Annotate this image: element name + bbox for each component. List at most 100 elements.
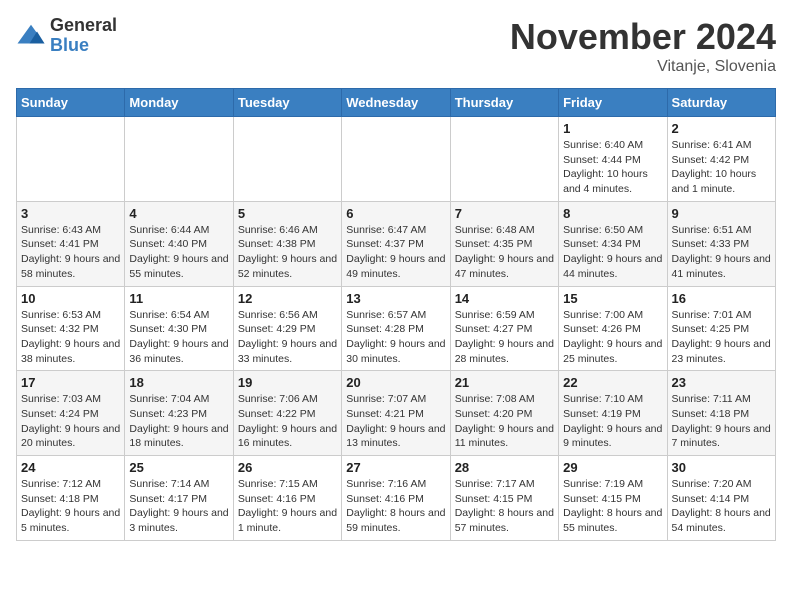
day-info: Sunrise: 7:20 AM Sunset: 4:14 PM Dayligh… <box>672 477 771 536</box>
page-header: General Blue November 2024 Vitanje, Slov… <box>16 16 776 76</box>
logo-icon <box>16 21 46 51</box>
calendar-day-cell: 4 Sunrise: 6:44 AM Sunset: 4:40 PM Daylig… <box>125 201 233 286</box>
day-info: Sunrise: 7:04 AM Sunset: 4:23 PM Dayligh… <box>129 392 228 451</box>
calendar-day-cell: 7 Sunrise: 6:48 AM Sunset: 4:35 PM Daylig… <box>450 201 558 286</box>
day-info: Sunrise: 7:07 AM Sunset: 4:21 PM Dayligh… <box>346 392 445 451</box>
day-info: Sunrise: 7:01 AM Sunset: 4:25 PM Dayligh… <box>672 308 771 367</box>
day-info: Sunrise: 6:48 AM Sunset: 4:35 PM Dayligh… <box>455 223 554 282</box>
calendar-day-cell <box>450 117 558 202</box>
logo: General Blue <box>16 16 117 56</box>
day-number: 7 <box>455 206 554 221</box>
day-number: 15 <box>563 291 662 306</box>
day-info: Sunrise: 6:44 AM Sunset: 4:40 PM Dayligh… <box>129 223 228 282</box>
calendar-day-cell: 1 Sunrise: 6:40 AM Sunset: 4:44 PM Daylig… <box>559 117 667 202</box>
day-number: 6 <box>346 206 445 221</box>
calendar-day-cell: 14 Sunrise: 6:59 AM Sunset: 4:27 PM Dayli… <box>450 286 558 371</box>
day-number: 9 <box>672 206 771 221</box>
day-info: Sunrise: 7:00 AM Sunset: 4:26 PM Dayligh… <box>563 308 662 367</box>
calendar-day-cell: 15 Sunrise: 7:00 AM Sunset: 4:26 PM Dayli… <box>559 286 667 371</box>
day-number: 29 <box>563 460 662 475</box>
day-number: 14 <box>455 291 554 306</box>
day-number: 27 <box>346 460 445 475</box>
day-number: 8 <box>563 206 662 221</box>
calendar-day-cell: 29 Sunrise: 7:19 AM Sunset: 4:15 PM Dayli… <box>559 456 667 541</box>
day-info: Sunrise: 6:51 AM Sunset: 4:33 PM Dayligh… <box>672 223 771 282</box>
day-number: 30 <box>672 460 771 475</box>
day-number: 25 <box>129 460 228 475</box>
title-section: November 2024 Vitanje, Slovenia <box>510 16 776 76</box>
location: Vitanje, Slovenia <box>510 58 776 76</box>
weekday-header: Monday <box>125 89 233 117</box>
calendar-week-row: 3 Sunrise: 6:43 AM Sunset: 4:41 PM Daylig… <box>17 201 776 286</box>
calendar-day-cell: 30 Sunrise: 7:20 AM Sunset: 4:14 PM Dayli… <box>667 456 775 541</box>
day-number: 20 <box>346 375 445 390</box>
day-info: Sunrise: 7:16 AM Sunset: 4:16 PM Dayligh… <box>346 477 445 536</box>
logo-blue: Blue <box>50 36 117 56</box>
day-number: 24 <box>21 460 120 475</box>
day-info: Sunrise: 6:57 AM Sunset: 4:28 PM Dayligh… <box>346 308 445 367</box>
weekday-header: Friday <box>559 89 667 117</box>
calendar-day-cell <box>233 117 341 202</box>
calendar-day-cell: 8 Sunrise: 6:50 AM Sunset: 4:34 PM Daylig… <box>559 201 667 286</box>
calendar-day-cell: 19 Sunrise: 7:06 AM Sunset: 4:22 PM Dayli… <box>233 371 341 456</box>
day-number: 2 <box>672 121 771 136</box>
calendar-day-cell: 22 Sunrise: 7:10 AM Sunset: 4:19 PM Dayli… <box>559 371 667 456</box>
day-info: Sunrise: 7:10 AM Sunset: 4:19 PM Dayligh… <box>563 392 662 451</box>
calendar-day-cell <box>125 117 233 202</box>
calendar-day-cell: 25 Sunrise: 7:14 AM Sunset: 4:17 PM Dayli… <box>125 456 233 541</box>
calendar-day-cell: 3 Sunrise: 6:43 AM Sunset: 4:41 PM Daylig… <box>17 201 125 286</box>
weekday-header: Saturday <box>667 89 775 117</box>
calendar-day-cell: 13 Sunrise: 6:57 AM Sunset: 4:28 PM Dayli… <box>342 286 450 371</box>
calendar-day-cell <box>17 117 125 202</box>
logo-text: General Blue <box>50 16 117 56</box>
calendar-day-cell: 27 Sunrise: 7:16 AM Sunset: 4:16 PM Dayli… <box>342 456 450 541</box>
day-info: Sunrise: 7:03 AM Sunset: 4:24 PM Dayligh… <box>21 392 120 451</box>
day-number: 13 <box>346 291 445 306</box>
day-info: Sunrise: 7:06 AM Sunset: 4:22 PM Dayligh… <box>238 392 337 451</box>
calendar-table: SundayMondayTuesdayWednesdayThursdayFrid… <box>16 88 776 541</box>
calendar-day-cell: 26Sunrise: 7:15 AM Sunset: 4:16 PM Dayli… <box>233 456 341 541</box>
day-info: Sunrise: 7:11 AM Sunset: 4:18 PM Dayligh… <box>672 392 771 451</box>
day-info: Sunrise: 6:40 AM Sunset: 4:44 PM Dayligh… <box>563 138 662 197</box>
calendar-week-row: 17 Sunrise: 7:03 AM Sunset: 4:24 PM Dayli… <box>17 371 776 456</box>
month-title: November 2024 <box>510 16 776 58</box>
day-number: 1 <box>563 121 662 136</box>
calendar-day-cell: 16 Sunrise: 7:01 AM Sunset: 4:25 PM Dayli… <box>667 286 775 371</box>
logo-general: General <box>50 16 117 36</box>
day-info: Sunrise: 7:17 AM Sunset: 4:15 PM Dayligh… <box>455 477 554 536</box>
day-info: Sunrise: 6:53 AM Sunset: 4:32 PM Dayligh… <box>21 308 120 367</box>
calendar-week-row: 1 Sunrise: 6:40 AM Sunset: 4:44 PM Daylig… <box>17 117 776 202</box>
calendar-day-cell: 18 Sunrise: 7:04 AM Sunset: 4:23 PM Dayli… <box>125 371 233 456</box>
calendar-day-cell: 6 Sunrise: 6:47 AM Sunset: 4:37 PM Daylig… <box>342 201 450 286</box>
day-info: Sunrise: 6:59 AM Sunset: 4:27 PM Dayligh… <box>455 308 554 367</box>
calendar-day-cell: 5 Sunrise: 6:46 AM Sunset: 4:38 PM Daylig… <box>233 201 341 286</box>
day-info: Sunrise: 6:47 AM Sunset: 4:37 PM Dayligh… <box>346 223 445 282</box>
day-number: 3 <box>21 206 120 221</box>
calendar-day-cell <box>342 117 450 202</box>
day-number: 10 <box>21 291 120 306</box>
calendar-day-cell: 17 Sunrise: 7:03 AM Sunset: 4:24 PM Dayli… <box>17 371 125 456</box>
weekday-header: Thursday <box>450 89 558 117</box>
day-number: 18 <box>129 375 228 390</box>
day-number: 16 <box>672 291 771 306</box>
day-number: 17 <box>21 375 120 390</box>
calendar-day-cell: 11Sunrise: 6:54 AM Sunset: 4:30 PM Dayli… <box>125 286 233 371</box>
day-number: 21 <box>455 375 554 390</box>
day-info: Sunrise: 7:14 AM Sunset: 4:17 PM Dayligh… <box>129 477 228 536</box>
day-info: Sunrise: 6:54 AM Sunset: 4:30 PM Dayligh… <box>129 308 228 367</box>
day-info: Sunrise: 6:46 AM Sunset: 4:38 PM Dayligh… <box>238 223 337 282</box>
day-info: Sunrise: 7:12 AM Sunset: 4:18 PM Dayligh… <box>21 477 120 536</box>
calendar-day-cell: 2Sunrise: 6:41 AM Sunset: 4:42 PM Daylig… <box>667 117 775 202</box>
day-number: 12 <box>238 291 337 306</box>
calendar-day-cell: 21Sunrise: 7:08 AM Sunset: 4:20 PM Dayli… <box>450 371 558 456</box>
calendar-week-row: 10 Sunrise: 6:53 AM Sunset: 4:32 PM Dayli… <box>17 286 776 371</box>
day-number: 19 <box>238 375 337 390</box>
day-number: 5 <box>238 206 337 221</box>
day-info: Sunrise: 6:43 AM Sunset: 4:41 PM Dayligh… <box>21 223 120 282</box>
day-number: 22 <box>563 375 662 390</box>
calendar-day-cell: 12Sunrise: 6:56 AM Sunset: 4:29 PM Dayli… <box>233 286 341 371</box>
day-info: Sunrise: 7:19 AM Sunset: 4:15 PM Dayligh… <box>563 477 662 536</box>
day-info: Sunrise: 6:50 AM Sunset: 4:34 PM Dayligh… <box>563 223 662 282</box>
day-number: 4 <box>129 206 228 221</box>
day-info: Sunrise: 7:15 AM Sunset: 4:16 PM Dayligh… <box>238 477 337 536</box>
